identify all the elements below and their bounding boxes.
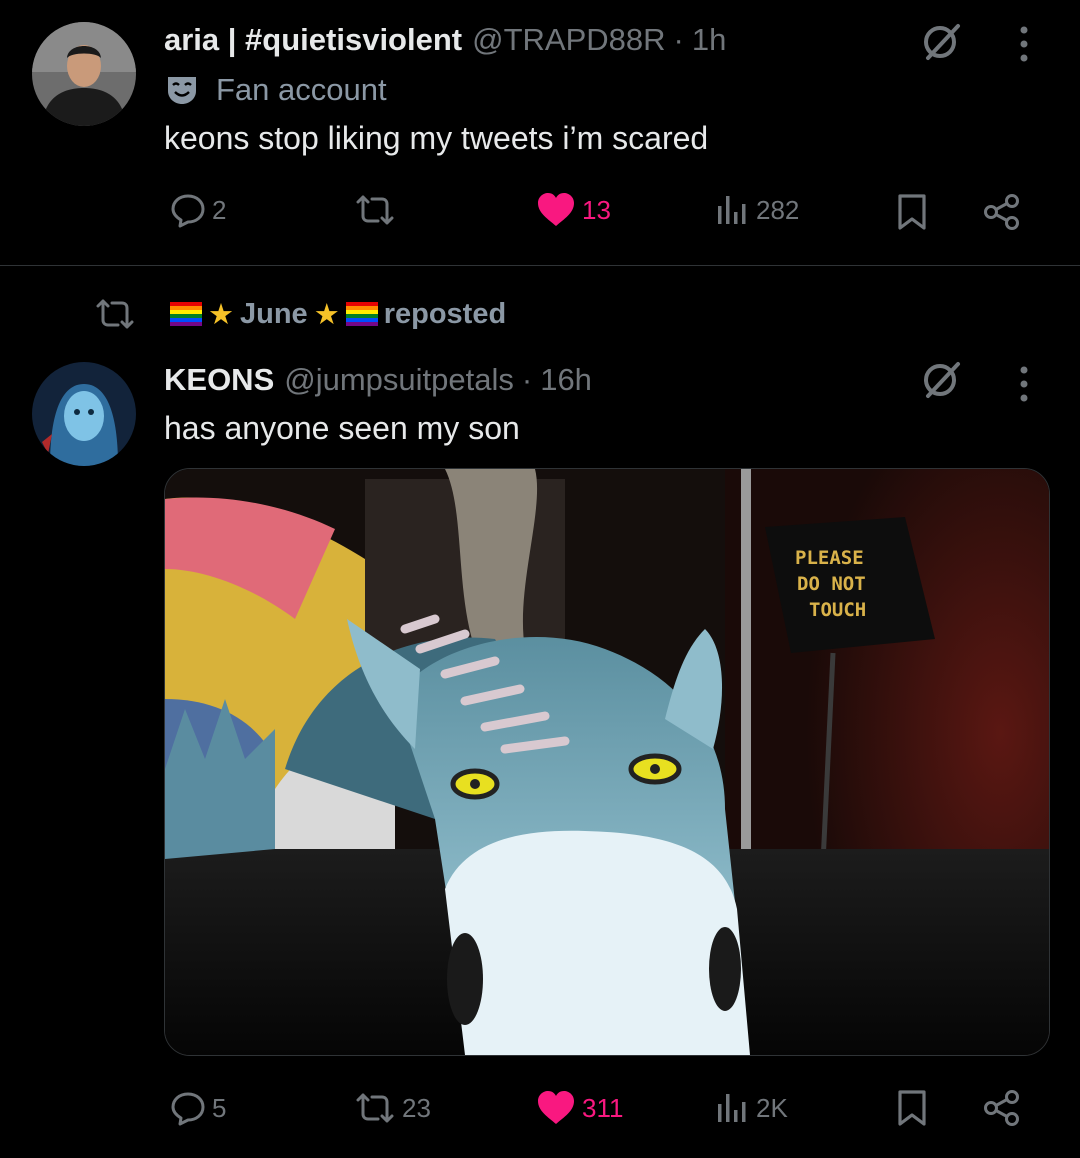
bookmark-icon xyxy=(898,1090,926,1126)
view-count: 282 xyxy=(756,194,800,225)
reply-count: 2 xyxy=(212,194,227,225)
avatar-photo xyxy=(32,22,136,126)
like-button[interactable]: 13 xyxy=(536,192,611,228)
photo-horse-sculpture: PLEASE DO NOT TOUCH xyxy=(165,469,1049,1055)
like-count: 13 xyxy=(582,194,611,225)
tweet-header: KEONS @jumpsuitpetals · 16h xyxy=(164,360,592,400)
star-icon: ★ xyxy=(313,298,340,331)
star-icon: ★ xyxy=(208,298,234,331)
repost-icon xyxy=(356,195,394,225)
display-name[interactable]: KEONS xyxy=(164,362,274,398)
reposted-label: reposted xyxy=(383,297,507,330)
reply-icon xyxy=(171,1092,205,1126)
rainbow-flag-icon xyxy=(345,302,378,326)
rainbow-flag-icon xyxy=(170,302,202,326)
bar-chart-icon xyxy=(718,196,746,224)
share-icon xyxy=(984,1090,1019,1126)
avatar-photo xyxy=(32,362,136,466)
bookmark-button[interactable] xyxy=(894,192,930,237)
repost-button[interactable]: 23 xyxy=(354,1090,431,1126)
like-button[interactable]: 311 xyxy=(536,1090,623,1126)
heart-filled-icon xyxy=(538,193,574,226)
reply-button[interactable]: 2 xyxy=(170,192,226,228)
repost-count: 23 xyxy=(402,1092,431,1123)
tweet-text: has anyone seen my son xyxy=(164,410,520,446)
separator: · xyxy=(673,22,684,57)
repost-icon xyxy=(96,299,134,329)
view-count: 2K xyxy=(756,1092,788,1123)
more-options-icon[interactable] xyxy=(1012,362,1036,411)
like-count: 311 xyxy=(582,1092,624,1123)
repost-button[interactable] xyxy=(354,192,402,228)
more-options-icon[interactable] xyxy=(1012,22,1036,71)
separator: · xyxy=(521,362,533,397)
bookmark-button[interactable] xyxy=(894,1088,930,1133)
views-button[interactable]: 282 xyxy=(714,192,799,228)
user-handle[interactable]: @TRAPD88R xyxy=(472,22,665,58)
reply-icon xyxy=(171,194,205,228)
account-label-text: Fan account xyxy=(216,72,387,107)
tweet-text: keons stop liking my tweets i’m scared xyxy=(164,120,709,156)
bookmark-icon xyxy=(898,194,926,230)
sign-line-2: DO NOT xyxy=(797,573,866,595)
reply-count: 5 xyxy=(212,1092,227,1123)
sign-line-1: PLEASE xyxy=(795,547,864,569)
theater-masks-icon xyxy=(168,77,196,104)
repost-icon xyxy=(356,1093,394,1123)
tweet-divider xyxy=(0,265,1080,266)
display-name[interactable]: aria | #quietisviolent xyxy=(164,22,462,58)
user-handle[interactable]: @jumpsuitpetals xyxy=(284,362,514,398)
views-button[interactable]: 2K xyxy=(714,1090,788,1126)
grok-icon[interactable] xyxy=(918,18,966,71)
share-button[interactable] xyxy=(982,192,1022,237)
sign-line-3: TOUCH xyxy=(809,599,866,621)
timestamp[interactable]: 16h xyxy=(540,362,592,398)
reply-button[interactable]: 5 xyxy=(170,1090,226,1126)
avatar[interactable] xyxy=(32,22,136,126)
avatar[interactable] xyxy=(32,362,136,466)
repost-banner[interactable]: ★ June ★ reposted xyxy=(94,294,506,334)
share-button[interactable] xyxy=(982,1088,1022,1133)
bar-chart-icon xyxy=(718,1094,746,1122)
tweet-image[interactable]: PLEASE DO NOT TOUCH xyxy=(164,468,1050,1056)
tweet-header: aria | #quietisviolent @TRAPD88R · 1h xyxy=(164,20,726,60)
heart-filled-icon xyxy=(538,1091,574,1124)
account-label: Fan account xyxy=(164,70,387,110)
grok-icon[interactable] xyxy=(918,356,966,409)
timestamp[interactable]: 1h xyxy=(692,22,726,58)
reposter-name: June xyxy=(240,297,308,330)
share-icon xyxy=(984,194,1019,230)
